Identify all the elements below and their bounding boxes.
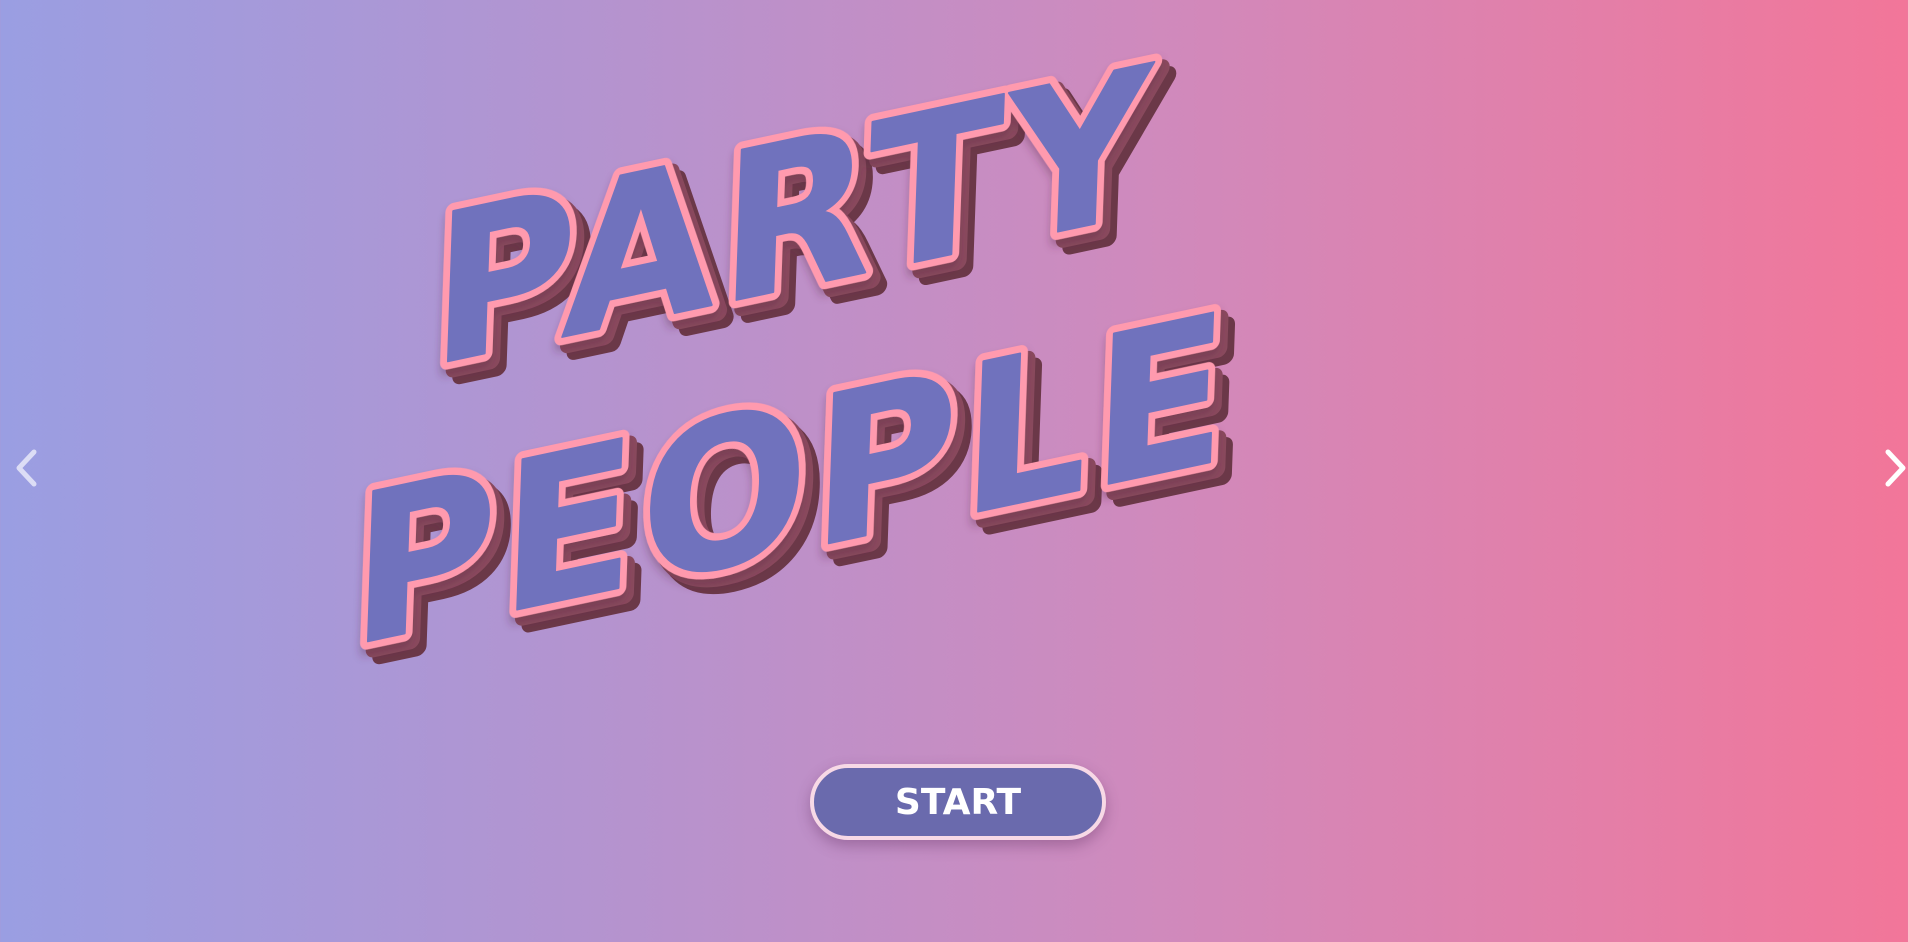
chevron-right-icon: [1885, 449, 1906, 487]
start-button-label: START: [894, 781, 1022, 823]
game-title-screen: PARTY PARTY PARTY PARTY PEOPLE PEOPLE PE…: [0, 0, 1908, 942]
chevron-left-icon: [16, 449, 37, 487]
start-button[interactable]: START: [810, 764, 1106, 840]
previous-arrow-button[interactable]: [2, 440, 52, 496]
game-logo: PARTY PARTY PARTY PARTY PEOPLE PEOPLE PE…: [340, 12, 1550, 840]
next-arrow-button[interactable]: [1870, 440, 1908, 496]
party-people-logo: PARTY PARTY PARTY PARTY PEOPLE PEOPLE PE…: [340, 12, 1259, 717]
